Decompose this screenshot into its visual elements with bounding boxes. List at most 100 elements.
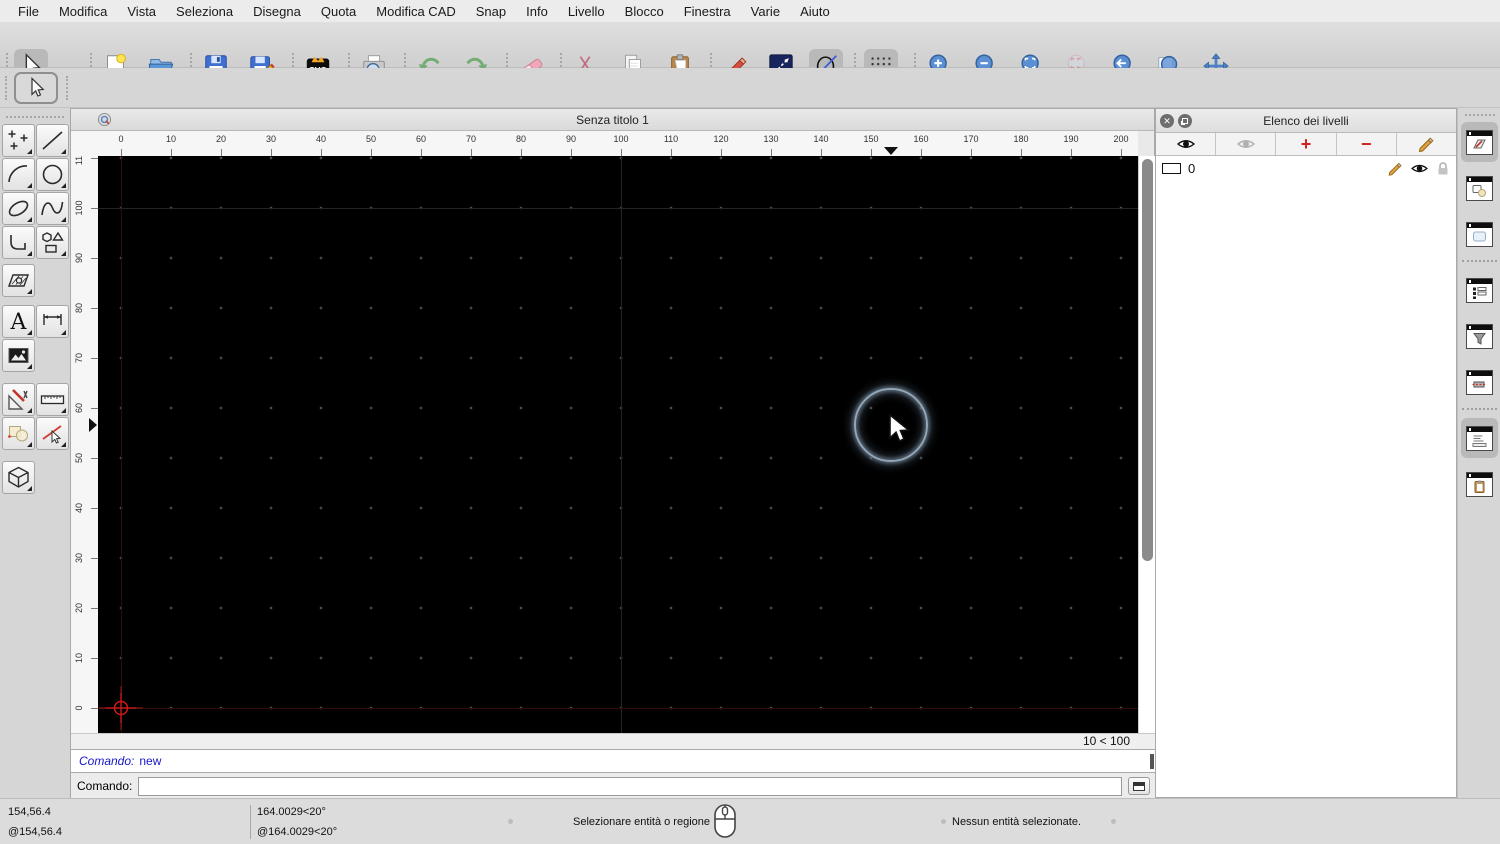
- line-tool-button[interactable]: [36, 124, 69, 157]
- selection-status: Nessun entità selezionate.: [952, 816, 1082, 828]
- remove-layer-button[interactable]: −: [1337, 133, 1397, 155]
- absolute-polar: 164.0029<20°: [257, 806, 326, 818]
- layer-color-swatch[interactable]: [1162, 163, 1181, 174]
- statusbar-dot: [508, 819, 513, 824]
- polygon-tool-button[interactable]: [36, 226, 69, 259]
- command-history-value: new: [139, 754, 162, 768]
- dock-library-browser-button[interactable]: [1461, 214, 1498, 254]
- clipboard-window-icon: [1466, 471, 1493, 497]
- dock-command-line-button[interactable]: [1461, 418, 1498, 458]
- dimension-icon: [43, 314, 62, 325]
- ruler-label: 20: [215, 134, 227, 144]
- menu-finestra[interactable]: Finestra: [674, 4, 741, 19]
- menu-disegna[interactable]: Disegna: [243, 4, 311, 19]
- palette-handle[interactable]: [6, 116, 64, 119]
- document-window: Senza titolo 1 0 10 20 30 40 50 60 70 80 90 100 110…: [70, 108, 1156, 799]
- toolbar-handle[interactable]: [5, 76, 8, 100]
- vertical-ruler: 0 10 20 30 40 50 60 70 80 90 100 110: [71, 156, 98, 733]
- svg-text:A: A: [10, 310, 28, 335]
- dock-selection-filter-button[interactable]: [1461, 316, 1498, 356]
- ruler-label: 130: [763, 134, 779, 144]
- toolbar-handle[interactable]: [66, 76, 69, 100]
- menu-vista[interactable]: Vista: [117, 4, 166, 19]
- vertical-scrollbar[interactable]: [1138, 156, 1156, 733]
- selection-filter-window-icon: [1466, 323, 1493, 349]
- drawing-canvas[interactable]: [98, 156, 1138, 733]
- arc-tool-button[interactable]: [2, 158, 35, 191]
- ruler-tick: [91, 658, 98, 659]
- ruler-label: 80: [74, 302, 84, 314]
- menu-info[interactable]: Info: [516, 4, 558, 19]
- main-toolbar: SVG: [0, 22, 1500, 83]
- add-layer-button[interactable]: +: [1276, 133, 1337, 155]
- spline-tool-button[interactable]: [36, 192, 69, 225]
- divide-tool-button[interactable]: [36, 417, 69, 450]
- float-panel-button[interactable]: [1178, 114, 1192, 128]
- ruler-tick: [671, 149, 672, 156]
- ruler-tick: [91, 158, 98, 159]
- show-all-layers-button[interactable]: [1156, 133, 1217, 155]
- qcad-application: File Modifica Vista Seleziona Disegna Quota Mo…: [0, 0, 1500, 844]
- block-tool-button[interactable]: [2, 417, 35, 450]
- layer-edit-pencil-icon[interactable]: [1387, 161, 1403, 176]
- close-panel-button[interactable]: ✕: [1160, 114, 1174, 128]
- image-tool-button[interactable]: [2, 339, 35, 372]
- scrollbar-thumb[interactable]: [1142, 159, 1153, 561]
- history-scrollbar[interactable]: [1150, 754, 1154, 769]
- command-input[interactable]: [138, 776, 1122, 796]
- polyline-tool-button[interactable]: [2, 226, 35, 259]
- edit-layer-button[interactable]: [1397, 133, 1456, 155]
- statusbar-dot: [941, 819, 946, 824]
- dock-block-list-button[interactable]: [1461, 168, 1498, 208]
- layer-lock-icon[interactable]: [1436, 161, 1450, 176]
- dock-clipboard-button[interactable]: [1461, 464, 1498, 504]
- menu-modifica-cad[interactable]: Modifica CAD: [366, 4, 465, 19]
- command-window-toggle-button[interactable]: [1128, 777, 1150, 795]
- menu-seleziona[interactable]: Seleziona: [166, 4, 243, 19]
- menu-modifica[interactable]: Modifica: [49, 4, 117, 19]
- block-list-window-icon: [1466, 175, 1493, 201]
- hide-all-layers-button[interactable]: [1216, 133, 1277, 155]
- menu-varie[interactable]: Varie: [741, 4, 790, 19]
- menu-snap[interactable]: Snap: [466, 4, 516, 19]
- measure-tool-button[interactable]: [36, 383, 69, 416]
- menu-livello[interactable]: Livello: [558, 4, 615, 19]
- ruler-label: 180: [1013, 134, 1029, 144]
- grid-status-bar: 10 < 100: [71, 733, 1156, 749]
- ruler-tick: [1121, 149, 1122, 156]
- isometric-tool-button[interactable]: [2, 461, 35, 494]
- cube-icon: [8, 466, 29, 488]
- hatch-tool-button[interactable]: [2, 264, 35, 297]
- dimension-tool-button[interactable]: [36, 305, 69, 338]
- document-titlebar[interactable]: Senza titolo 1: [71, 109, 1154, 131]
- ruler-label: 170: [963, 134, 979, 144]
- ruler-tick: [91, 708, 98, 709]
- circle-tool-button[interactable]: [36, 158, 69, 191]
- menu-aiuto[interactable]: Aiuto: [790, 4, 840, 19]
- mouse-icon: [714, 804, 736, 838]
- statusbar-dot: [1111, 819, 1116, 824]
- menu-file[interactable]: File: [8, 4, 49, 19]
- dock-handle[interactable]: [1465, 114, 1495, 117]
- ellipse-tool-button[interactable]: [2, 192, 35, 225]
- points-tool-button[interactable]: [2, 124, 35, 157]
- layer-row[interactable]: 0: [1156, 156, 1456, 181]
- dock-property-editor-button[interactable]: [1461, 270, 1498, 310]
- ruler-tick: [521, 149, 522, 156]
- ruler-tick: [471, 149, 472, 156]
- relative-polar: @164.0029<20°: [257, 826, 338, 838]
- hint-text: Selezionare entità o regione: [573, 816, 710, 828]
- cad-tools-button[interactable]: [2, 383, 35, 416]
- ruler-label: 160: [913, 134, 929, 144]
- dock-clamp-tool-button[interactable]: [1461, 362, 1498, 402]
- menu-blocco[interactable]: Blocco: [615, 4, 674, 19]
- text-tool-button[interactable]: A: [2, 305, 35, 338]
- ruler-tick: [771, 149, 772, 156]
- layer-visible-eye-icon[interactable]: [1410, 162, 1429, 175]
- layer-panel-header: ✕ Elenco dei livelli: [1156, 109, 1456, 133]
- menu-quota[interactable]: Quota: [311, 4, 366, 19]
- dock-separator: [1462, 408, 1497, 411]
- dock-layer-list-button[interactable]: [1461, 122, 1498, 162]
- command-line-window-icon: [1466, 425, 1493, 451]
- selection-mode-button[interactable]: [14, 72, 58, 104]
